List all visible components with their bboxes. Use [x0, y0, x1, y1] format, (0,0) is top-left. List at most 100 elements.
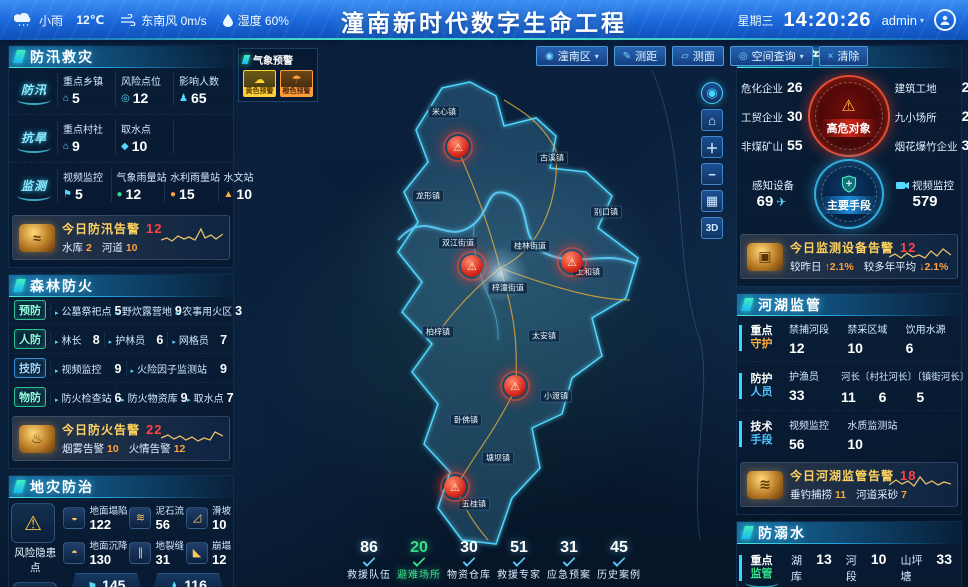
- tech-means-row: 技术手段 视频监控56 水质监测站10: [737, 411, 961, 457]
- tag-human-defense[interactable]: 人防: [14, 329, 46, 349]
- stat-item: 水文站▲10: [218, 169, 272, 202]
- rain-warning-icon: ☂: [281, 71, 312, 87]
- map-town-label: 塘坝镇: [482, 452, 514, 465]
- clear-button[interactable]: ×清除: [819, 46, 869, 66]
- material-defense-row: 物防 ▸防火检查站6 ▸防火物资库9 ▸取水点7: [9, 383, 233, 411]
- page-title: 潼南新时代数字生命工程: [341, 4, 627, 38]
- emergency-resource-bar: 86救援队伍 20避难场所 30物资仓库 51救援专家 31应急预案 45历史案…: [344, 539, 644, 583]
- ground-crack-icon: ∥: [129, 542, 151, 564]
- tag-tech-means[interactable]: 技术手段: [739, 421, 781, 447]
- header-accent: [242, 55, 251, 64]
- bottom-stat-shelters[interactable]: 20避难场所: [394, 539, 444, 583]
- human-defense-row: 人防 ▸林长8 ▸护林员6 ▸网格员7: [9, 325, 233, 354]
- yellow-warning-badge[interactable]: ☁黄色预警: [243, 70, 276, 97]
- flood-section-title: 防汛救灾: [30, 47, 94, 67]
- tech-defense-row: 技防 ▸视频监控9 ▸火险因子监测站9: [9, 354, 233, 383]
- bottom-stat-rescue-teams[interactable]: 86救援队伍: [344, 539, 394, 583]
- stat-item: 工贸企业30: [741, 108, 803, 125]
- warning-triangle-icon: ⚠: [447, 136, 469, 158]
- landslide-icon: ◿: [186, 507, 208, 529]
- zoom-in-button[interactable]: ＋: [701, 136, 723, 158]
- header-accent: [741, 526, 754, 539]
- stat-item: 饮用水源6: [901, 320, 959, 356]
- stat-item: ▸野炊露营地9: [110, 303, 170, 318]
- alert-count: 22: [146, 422, 162, 437]
- map-alarm-marker[interactable]: ⚠: [457, 251, 487, 281]
- alert-count: 12: [146, 221, 162, 236]
- map-alarm-marker[interactable]: ⚠: [443, 132, 473, 162]
- measure-distance-button[interactable]: ✎测距: [614, 46, 666, 66]
- stat-item: 禁捕河段12: [784, 320, 842, 356]
- bottom-stat-cases[interactable]: 45历史案例: [594, 539, 644, 583]
- spatial-query-button[interactable]: ◎空间查询▾: [730, 46, 813, 66]
- stat-item: 气象雨量站●12: [111, 169, 165, 202]
- stat-item: ▸火险因子监测站9: [126, 361, 232, 376]
- stat-item: 烟花爆竹企业31: [895, 137, 968, 154]
- high-risk-badge[interactable]: ⚠ 高危对象: [808, 75, 890, 157]
- tag-key-supervision[interactable]: 重点监管: [739, 555, 781, 581]
- shield-icon: [13, 582, 57, 587]
- monitor-group: 监测 视频监控⚑5 气象雨量站●12 水利雨量站●15 水文站▲10: [9, 163, 233, 210]
- map-town-label: 龙形镇: [412, 190, 444, 203]
- region-select-button[interactable]: ◉潼南区▾: [536, 46, 608, 66]
- tab-drought[interactable]: 抗旱: [13, 128, 55, 147]
- tag-key-protection[interactable]: 重点守护: [739, 325, 781, 351]
- toggle-3d-button[interactable]: 3D: [701, 217, 723, 239]
- map-alarm-marker[interactable]: ⚠: [500, 371, 530, 401]
- map-toolbar: ◉潼南区▾ ✎测距 ▱测面 ◎空间查询▾ ×清除: [530, 46, 868, 66]
- map-town-label: 卧佛镇: [450, 414, 482, 427]
- tag-material-defense[interactable]: 物防: [14, 387, 46, 407]
- measure-area-button[interactable]: ▱测面: [672, 46, 724, 66]
- humidity-status: 湿度 60%: [223, 12, 289, 29]
- header-accent: [741, 298, 754, 311]
- stat-item: 山坪塘33: [893, 551, 959, 584]
- tag-protection-staff[interactable]: 防护人员: [739, 373, 781, 399]
- water-point-icon: ◆: [121, 141, 129, 152]
- tag-tech-defense[interactable]: 技防: [14, 358, 46, 378]
- bottom-stat-plans[interactable]: 31应急预案: [544, 539, 594, 583]
- pencil-icon: ✎: [623, 51, 631, 62]
- tab-flood[interactable]: 防汛: [13, 80, 55, 99]
- orange-dot-icon: ●: [170, 189, 176, 200]
- map-alarm-marker[interactable]: ⚠: [440, 472, 470, 502]
- clock: 14:20:26: [784, 9, 872, 32]
- home-button[interactable]: ⌂: [701, 109, 723, 131]
- locate-button[interactable]: ◉: [701, 82, 723, 104]
- header-accent: [13, 480, 26, 493]
- river-alert-card: ≋ 今日河湖监管告警18 垂钓捕捞11河道采砂7: [740, 462, 958, 507]
- main-means-badge[interactable]: 主要手段: [814, 159, 884, 229]
- map-town-label: 米心镇: [428, 106, 460, 119]
- orange-warning-badge[interactable]: ☂橙色预警: [280, 70, 313, 97]
- zoom-out-button[interactable]: −: [701, 163, 723, 185]
- user-menu[interactable]: admin▾: [882, 13, 924, 28]
- stat-item: ▸公墓祭祀点5: [50, 303, 110, 318]
- stat-item: 视频监控56: [784, 416, 842, 452]
- river-lake-section: 河湖监管 重点守护 禁捕河段12 禁采区域10 饮用水源6 防护人员 护渔员33…: [736, 293, 962, 515]
- query-target-icon: ◎: [739, 51, 748, 62]
- map-town-label: 柏梓镇: [422, 326, 454, 339]
- defense-block: 防御力量: [13, 582, 57, 587]
- layers-button[interactable]: ▦: [701, 190, 723, 212]
- warning-triangle-icon: ⚠: [461, 255, 483, 277]
- stat-item: 九小场所22: [895, 108, 968, 125]
- stat-item: ▸护林员6: [104, 332, 168, 347]
- bottom-stat-warehouses[interactable]: 30物资仓库: [444, 539, 494, 583]
- key-protection-row: 重点守护 禁捕河段12 禁采区域10 饮用水源6: [737, 315, 961, 362]
- grid-personnel-stat: ♟116四重网格人员: [151, 573, 225, 587]
- stat-item: ▸防火检查站6: [50, 390, 116, 405]
- weekday-label: 星期三: [737, 12, 773, 29]
- map-town-label: 桂林街道: [510, 240, 550, 253]
- sensor-icon: ⚑: [87, 581, 97, 587]
- tag-prevention[interactable]: 预防: [14, 300, 46, 320]
- user-avatar-icon[interactable]: [934, 9, 956, 31]
- bottom-stat-experts[interactable]: 51救援专家: [494, 539, 544, 583]
- geo-section-title: 地灾防治: [30, 477, 94, 497]
- tab-monitor[interactable]: 监测: [13, 176, 55, 195]
- stat-item: 河段10: [839, 551, 894, 584]
- map-town-label: 梓潼街道: [488, 282, 528, 295]
- map-alarm-marker[interactable]: ⚠: [557, 247, 587, 277]
- wind-status: 东南风 0m/s: [120, 12, 206, 29]
- locate-icon: ◉: [706, 85, 717, 101]
- stat-item: ▸防火物资库9: [116, 390, 182, 405]
- wind-icon: [120, 14, 136, 26]
